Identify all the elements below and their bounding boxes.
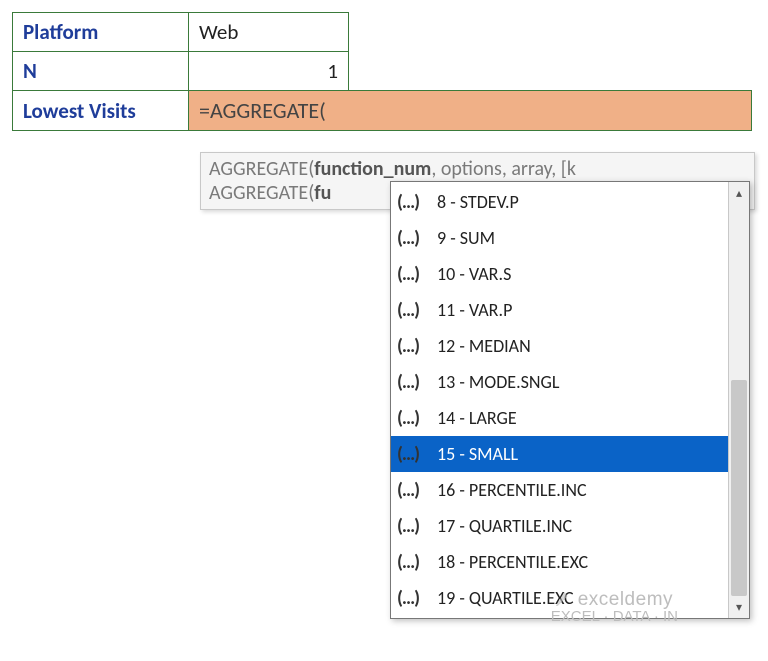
dropdown-item-label: 9 - SUM: [437, 227, 495, 249]
constant-icon: (...): [397, 371, 437, 394]
tooltip-text: AGGREGATE(: [209, 157, 314, 181]
constant-icon: (...): [397, 587, 437, 610]
constant-icon: (...): [397, 335, 437, 358]
dropdown-item[interactable]: (...)15 - SMALL: [391, 436, 728, 472]
dropdown-item[interactable]: (...)16 - PERCENTILE.INC: [391, 472, 728, 508]
scroll-track[interactable]: [729, 204, 749, 596]
constant-icon: (...): [397, 191, 437, 214]
table-row: N 1: [13, 52, 752, 91]
formula-input-cell[interactable]: =AGGREGATE(: [189, 91, 752, 131]
dropdown-item[interactable]: (...)17 - QUARTILE.INC: [391, 508, 728, 544]
table-row: Platform Web: [13, 13, 752, 52]
dropdown-item-label: 18 - PERCENTILE.EXC: [437, 551, 588, 573]
scroll-thumb[interactable]: [731, 380, 747, 596]
constant-icon: (...): [397, 443, 437, 466]
dropdown-list: (...)8 - STDEV.P(...)9 - SUM(...)10 - VA…: [391, 182, 728, 618]
dropdown-item[interactable]: (...)8 - STDEV.P: [391, 184, 728, 220]
watermark-tagline: EXCEL · DATA · IN: [551, 609, 678, 625]
constant-icon: (...): [397, 299, 437, 322]
row-label-lowest: Lowest Visits: [13, 91, 189, 131]
tooltip-text: , options, array, [k: [431, 157, 576, 181]
watermark: exceldemy EXCEL · DATA · IN: [551, 592, 678, 625]
dropdown-item-label: 16 - PERCENTILE.INC: [437, 479, 587, 501]
scroll-up-arrow[interactable]: ▴: [729, 182, 749, 204]
dropdown-item[interactable]: (...)13 - MODE.SNGL: [391, 364, 728, 400]
function-num-dropdown[interactable]: (...)8 - STDEV.P(...)9 - SUM(...)10 - VA…: [390, 181, 750, 619]
scroll-down-arrow[interactable]: ▾: [729, 596, 749, 618]
scrollbar[interactable]: ▴ ▾: [728, 182, 749, 618]
dropdown-item-label: 15 - SMALL: [437, 443, 518, 465]
dropdown-item-label: 14 - LARGE: [437, 407, 517, 429]
dropdown-item-label: 13 - MODE.SNGL: [437, 371, 559, 393]
dropdown-item[interactable]: (...)18 - PERCENTILE.EXC: [391, 544, 728, 580]
tooltip-arg-current: function_num: [314, 157, 431, 181]
cell-n-value[interactable]: 1: [189, 52, 349, 91]
cell-platform-value[interactable]: Web: [189, 13, 349, 52]
row-label-platform: Platform: [13, 13, 189, 52]
constant-icon: (...): [397, 263, 437, 286]
watermark-brand: exceldemy: [578, 589, 673, 610]
constant-icon: (...): [397, 479, 437, 502]
dropdown-item-label: 8 - STDEV.P: [437, 191, 519, 213]
parameter-table: Platform Web N 1 Lowest Visits =AGGREGAT…: [12, 12, 752, 131]
dropdown-item[interactable]: (...)14 - LARGE: [391, 400, 728, 436]
dropdown-item-label: 12 - MEDIAN: [437, 335, 531, 357]
constant-icon: (...): [397, 515, 437, 538]
constant-icon: (...): [397, 407, 437, 430]
row-label-n: N: [13, 52, 189, 91]
dropdown-item-label: 10 - VAR.S: [437, 263, 511, 285]
dropdown-item-label: 11 - VAR.P: [437, 299, 512, 321]
tooltip-text: AGGREGATE(: [209, 181, 314, 205]
watermark-logo-icon: [556, 592, 574, 606]
dropdown-item-label: 17 - QUARTILE.INC: [437, 515, 572, 537]
tooltip-arg-current: fu: [314, 181, 331, 205]
constant-icon: (...): [397, 551, 437, 574]
dropdown-item[interactable]: (...)12 - MEDIAN: [391, 328, 728, 364]
table-row: Lowest Visits =AGGREGATE(: [13, 91, 752, 131]
dropdown-item[interactable]: (...)9 - SUM: [391, 220, 728, 256]
constant-icon: (...): [397, 227, 437, 250]
dropdown-item[interactable]: (...)10 - VAR.S: [391, 256, 728, 292]
dropdown-item[interactable]: (...)11 - VAR.P: [391, 292, 728, 328]
